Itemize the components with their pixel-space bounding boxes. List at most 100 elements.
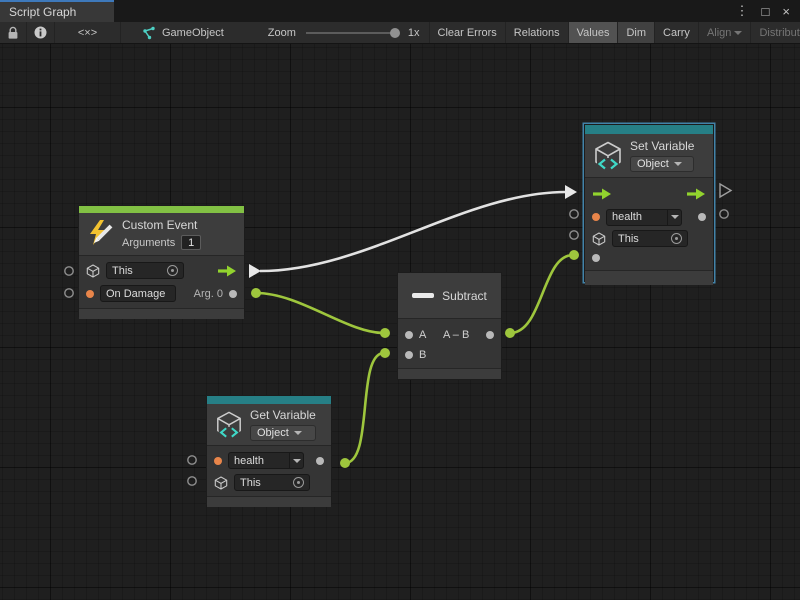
flow-out-port[interactable] [686,188,706,200]
value-input-port[interactable] [592,254,600,262]
variable-accent-bar [585,125,713,134]
carry-button[interactable]: Carry [655,22,699,43]
flow-in-port[interactable] [592,188,612,200]
lock-icon [7,26,19,40]
node-subtract[interactable]: Subtract A A – B B [397,272,502,380]
gameobject-context[interactable]: GameObject [133,22,233,43]
variable-name-value: health [607,211,667,223]
info-button[interactable] [27,22,55,43]
input-a-port[interactable] [405,331,413,339]
wire-endpoint[interactable] [251,288,261,298]
variable-name-dropdown[interactable]: health [228,452,304,469]
cube-icon [86,264,100,278]
zoom-slider-handle[interactable] [390,28,400,38]
value-output-port[interactable] [698,213,706,221]
chevron-down-icon [674,162,682,166]
wire-arg0-to-a[interactable] [256,293,384,333]
scope-value: Object [257,427,289,439]
chevron-down-icon [294,431,302,435]
code-view-button[interactable]: <×> [55,22,121,43]
menu-icon[interactable]: ⋮ [736,3,749,19]
flow-out-arrow[interactable] [249,264,261,278]
window-controls: ⋮ □ × [726,0,800,22]
zoom-slider[interactable] [306,32,398,34]
target-field[interactable]: This [106,262,184,279]
node-get-variable[interactable]: Get Variable Object health [206,395,332,505]
arg0-output-port[interactable] [229,290,237,298]
chevron-down-icon [293,459,301,463]
port-marker[interactable] [65,267,73,275]
port-marker[interactable] [570,231,578,239]
flow-out-port[interactable] [217,265,237,277]
flow-wire[interactable] [260,192,566,271]
variable-icon [593,141,623,171]
flow-port-marker[interactable] [720,184,731,197]
chevron-down-icon [734,31,742,35]
event-name-field[interactable]: On Damage [100,285,176,302]
result-output-port[interactable] [486,331,494,339]
tab-title: Script Graph [9,5,76,19]
node-footer [398,368,501,379]
scope-dropdown[interactable]: Object [250,425,316,441]
target-value: This [240,477,261,489]
node-set-variable[interactable]: Set Variable Object [584,124,714,282]
zoom-value: 1x [408,27,420,39]
node-footer [207,496,331,507]
custom-event-icon [87,219,115,249]
port-marker[interactable] [188,456,196,464]
target-value: This [112,265,133,277]
name-port[interactable] [214,457,222,465]
gameobject-icon [142,26,156,40]
port-marker[interactable] [188,477,196,485]
dim-button[interactable]: Dim [618,22,655,43]
clear-errors-button[interactable]: Clear Errors [429,22,506,43]
node-title: Subtract [442,289,487,303]
wire-endpoint[interactable] [569,250,579,260]
name-port[interactable] [592,213,600,221]
wire-endpoint[interactable] [340,458,350,468]
node-title: Get Variable [250,408,316,422]
align-button: Align [699,22,752,43]
arguments-input[interactable]: 1 [181,235,201,250]
input-b-port[interactable] [405,351,413,359]
tab-script-graph[interactable]: Script Graph [0,0,114,22]
flow-in-arrow[interactable] [565,185,577,199]
relations-button[interactable]: Relations [506,22,569,43]
object-picker-icon[interactable] [293,477,304,488]
close-icon[interactable]: × [782,4,790,19]
node-footer [79,308,244,319]
wire-endpoint[interactable] [505,328,515,338]
wire-subtract-to-setvar[interactable] [510,255,573,333]
scope-dropdown[interactable]: Object [630,156,694,172]
dim-label: Dim [626,27,646,39]
target-field[interactable]: This [612,230,688,247]
object-picker-icon[interactable] [167,265,178,276]
zoom-label: Zoom [268,27,296,39]
event-port[interactable] [86,290,94,298]
variable-name-dropdown[interactable]: health [606,209,682,226]
values-label: Values [577,27,610,39]
graph-canvas[interactable]: Custom Event Arguments 1 This [0,44,800,600]
clear-errors-label: Clear Errors [438,27,497,39]
wire-endpoint[interactable] [380,348,390,358]
port-marker[interactable] [570,210,578,218]
port-marker[interactable] [65,289,73,297]
distribute-label: Distribute [759,27,800,39]
lock-button[interactable] [0,22,27,43]
wire-getvar-to-b[interactable] [345,353,384,463]
node-custom-event[interactable]: Custom Event Arguments 1 This [78,205,245,317]
script-graph-window: Script Graph ⋮ □ × <×> [0,0,800,600]
target-field[interactable]: This [234,474,310,491]
distribute-button: Distribute [751,22,800,43]
object-picker-icon[interactable] [671,233,682,244]
variable-icon [215,410,243,440]
maximize-icon[interactable]: □ [762,4,770,19]
arg-label: Arg. 0 [194,288,223,300]
value-output-port[interactable] [316,457,324,465]
zoom-control: Zoom 1x [259,22,429,43]
scope-value: Object [637,158,669,170]
wire-endpoint[interactable] [380,328,390,338]
port-marker[interactable] [720,210,728,218]
values-button[interactable]: Values [569,22,619,43]
target-value: This [618,233,639,245]
